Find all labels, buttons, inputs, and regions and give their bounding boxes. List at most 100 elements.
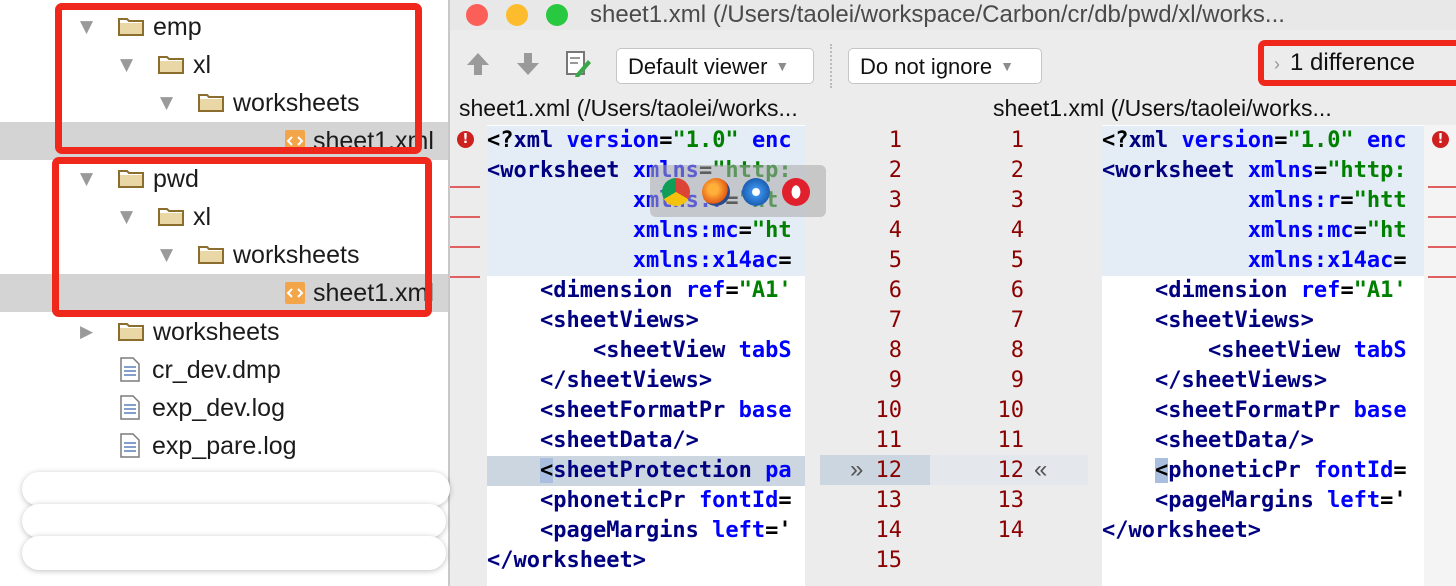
tree-item[interactable]: exp_dev.log [0,389,448,427]
right-code-pane[interactable]: <?xml version="1.0" enc <worksheet xmlns=… [1102,125,1424,586]
tree-item-label: worksheets [233,241,360,269]
code-token: <? [1102,128,1129,153]
change-marker [450,276,480,278]
expanded-arrow-icon[interactable]: ▼ [160,94,173,112]
code-token: ref [1300,278,1341,303]
code-token: = [1340,278,1354,303]
code-line[interactable]: </worksheet> [1102,516,1424,546]
code-line[interactable]: </sheetViews> [487,366,805,396]
chevron-down-icon: ▼ [775,58,790,74]
tree-item[interactable]: cr_dev.dmp [0,351,448,389]
right-line-number: 11 [997,428,1025,453]
code-line[interactable]: xmlns:r="htt [1102,186,1424,216]
viewer-select[interactable]: Default viewer ▼ [616,48,814,84]
tree-item[interactable]: sheet1.xml [0,274,448,312]
expanded-arrow-icon[interactable]: ▼ [80,18,93,36]
difference-counter[interactable]: › 1 difference [1258,40,1456,86]
code-token: "ht [751,218,792,243]
code-line[interactable]: <dimension ref="A1' [1102,276,1424,306]
code-token: <sheetView [592,338,739,363]
code-token: "http: [1327,158,1407,183]
minimize-window-button[interactable] [506,4,528,26]
code-line[interactable]: <sheetView tabS [1102,336,1424,366]
code-token: sheetProtection [553,458,766,483]
code-line[interactable]: <dimension ref="A1' [487,276,805,306]
code-line[interactable]: <worksheet xmlns="http: [1102,156,1424,186]
tree-item[interactable]: ▼ emp [0,8,448,46]
text-file-icon [120,395,140,420]
code-token: "A1' [738,278,792,303]
text-file-icon [120,357,140,382]
collapsed-arrow-icon[interactable]: ▶ [80,323,93,341]
code-line[interactable]: <sheetData/> [1102,426,1424,456]
tree-item-label: emp [153,13,202,41]
window-title: sheet1.xml (/Users/taolei/workspace/Carb… [590,1,1285,28]
arrow-down-icon[interactable] [514,50,542,78]
code-line[interactable]: xmlns:x14ac= [487,246,805,276]
code-token: <pageMargins [539,518,713,543]
code-line[interactable]: <pageMargins left=' [1102,486,1424,516]
xml-file-icon [285,282,305,304]
apply-change-right-button[interactable]: » [850,455,863,485]
code-token: <sheetData/> [1154,428,1314,453]
code-token: </sheetViews> [539,368,713,393]
arrow-up-icon[interactable] [464,50,492,78]
ignore-select-value: Do not ignore [860,54,993,79]
tree-item[interactable]: ▶ worksheets [0,313,448,351]
zoom-window-button[interactable] [546,4,568,26]
tree-item[interactable]: ▼ xl [0,46,448,84]
code-line[interactable]: <sheetData/> [487,426,805,456]
code-token: version [566,128,660,153]
tree-item[interactable]: ▼ worksheets [0,84,448,122]
tree-item-label: exp_pare.log [152,432,297,460]
right-line-number: 6 [1010,278,1024,303]
tree-item[interactable]: ▼ worksheets [0,236,448,274]
code-line[interactable]: <sheetViews> [1102,306,1424,336]
expanded-arrow-icon[interactable]: ▼ [120,56,133,74]
code-line[interactable]: <sheetProtection pa [487,456,805,486]
safari-icon[interactable] [742,178,770,206]
tree-item[interactable]: sheet1.xml [0,122,448,160]
code-line[interactable]: <sheetFormatPr base [1102,396,1424,426]
code-line[interactable]: <pageMargins left=' [487,516,805,546]
code-token: "1.0" [672,128,739,153]
expanded-arrow-icon[interactable]: ▼ [120,208,133,226]
code-line[interactable]: <sheetViews> [487,306,805,336]
code-line[interactable]: <sheetView tabS [487,336,805,366]
code-token: "A1' [1353,278,1407,303]
tree-item[interactable]: ▼ pwd [0,160,448,198]
tree-item[interactable]: ▼ xl [0,198,448,236]
code-line[interactable]: <phoneticPr fontId= [487,486,805,516]
code-line[interactable]: <?xml version="1.0" enc [1102,126,1424,156]
code-line[interactable]: </worksheet> [487,546,805,576]
code-line[interactable]: </sheetViews> [1102,366,1424,396]
error-icon: ! [1432,131,1449,148]
close-window-button[interactable] [466,4,488,26]
expanded-arrow-icon[interactable]: ▼ [80,170,93,188]
code-line[interactable]: <phoneticPr fontId= [1102,456,1424,486]
code-line[interactable]: <sheetFormatPr base [487,396,805,426]
tree-item[interactable]: exp_pare.log [0,427,448,465]
left-line-number: 1 [888,128,902,153]
code-line[interactable]: xmlns:mc="ht [1102,216,1424,246]
code-line[interactable]: xmlns:mc="ht [487,216,805,246]
edit-source-icon[interactable] [564,50,592,78]
firefox-icon[interactable] [702,178,730,206]
code-line[interactable]: xmlns:x14ac= [1102,246,1424,276]
text-file-icon [120,433,140,458]
expanded-arrow-icon[interactable]: ▼ [160,246,173,264]
apply-change-left-button[interactable]: « [1034,455,1047,485]
chrome-icon[interactable] [662,178,690,206]
ignore-select[interactable]: Do not ignore ▼ [848,48,1042,84]
browser-preview-popup [650,165,826,217]
right-line-number: 5 [1010,248,1024,273]
code-line[interactable]: <?xml version="1.0" enc [487,126,805,156]
tree-item-label: sheet1.xml [313,279,434,307]
opera-icon[interactable] [782,178,810,206]
code-token: version [1181,128,1275,153]
